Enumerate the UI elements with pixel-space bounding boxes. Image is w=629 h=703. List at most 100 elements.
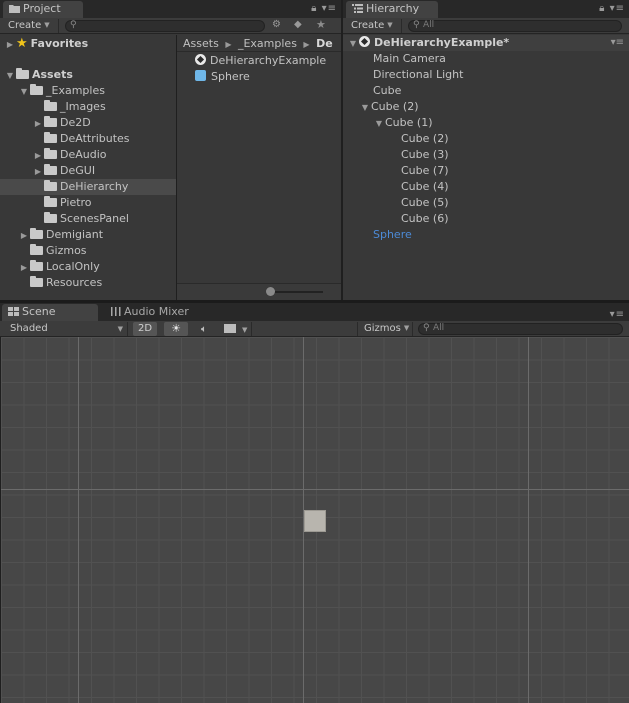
hierarchy-item[interactable]: Directional Light [373,67,463,83]
favorites-row[interactable]: ▶ ★ Favorites [4,36,88,52]
hierarchy-item-label: Cube (3) [401,148,449,161]
icon-size-slider-thumb[interactable] [266,287,275,296]
tree-folder-demigiant[interactable]: ▶ Demigiant [18,227,103,243]
panel-menu-icon[interactable]: ▾≡ [610,3,625,14]
tree-folder-deaudio[interactable]: ▶ DeAudio [32,147,107,163]
hierarchy-item-label: Cube (4) [401,180,449,193]
lock-icon[interactable]: 🔒︎ [311,3,317,14]
filter-by-type-icon[interactable]: ⚙ [272,19,281,30]
mixer-icon [110,306,121,319]
favorites-label: Favorites [30,37,89,50]
hierarchy-item[interactable]: Cube (5) [401,195,448,211]
hierarchy-item-prefab[interactable]: Sphere [373,227,412,243]
panel-menu-icon[interactable]: ▾≡ [322,3,337,14]
hierarchy-create-label: Create [351,20,385,31]
hierarchy-create-button[interactable]: Create ▼ [345,19,402,33]
panel-menu-icon[interactable]: ▾≡ [610,309,625,320]
expand-arrow-icon[interactable]: ▶ [4,37,16,53]
tree-folder-localonly[interactable]: ▶ LocalOnly [18,259,100,275]
hierarchy-item[interactable]: Cube (6) [401,211,448,227]
folder-icon [44,212,57,223]
shading-mode-dropdown[interactable]: Shaded ▼ [4,322,128,336]
icon-size-slider[interactable] [267,291,323,293]
folder-icon [44,164,57,175]
hierarchy-tab-tools[interactable]: 🔒︎ ▾≡ [599,3,625,14]
tree-folder-images[interactable]: _Images [32,99,106,115]
breadcrumb-divider [177,51,341,52]
collapse-arrow-icon[interactable]: ▼ [18,84,30,100]
hierarchy-item-label: Directional Light [373,68,464,81]
tree-folder-gizmos[interactable]: Gizmos [18,243,87,259]
tree-folder-deattributes[interactable]: DeAttributes [32,131,130,147]
tree-folder-label: _Examples [46,84,105,97]
tab-project-label: Project [23,2,61,15]
folder-icon [44,116,57,127]
audio-toggle-button[interactable]: 🔈︎ [192,322,216,336]
scene-tab-tools[interactable]: ▾≡ [610,309,625,320]
breadcrumb-item[interactable]: De [316,37,333,50]
tree-folder-label: Pietro [60,196,92,209]
hierarchy-item[interactable]: Cube (4) [401,179,448,195]
favorite-star-icon[interactable]: ★ [316,18,326,31]
hierarchy-item[interactable]: ▼ Cube (2) [359,99,419,116]
shading-mode-label: Shaded [10,323,48,334]
project-create-button[interactable]: Create ▼ [2,19,59,33]
unity-scene-icon [359,36,370,47]
tab-scene[interactable]: Scene [2,304,98,321]
tree-folder-dehierarchy[interactable]: DeHierarchy [32,179,128,195]
tree-folder-examples[interactable]: ▼ _Examples [18,83,105,99]
folder-icon [16,68,29,79]
scene-name: DeHierarchyExample* [374,36,510,49]
tree-folder-label: DeAttributes [60,132,130,145]
scene-header[interactable]: ▼ DeHierarchyExample* [347,35,509,51]
scene-search-input[interactable]: ⚲ All [418,323,623,335]
collapse-arrow-icon[interactable]: ▼ [373,116,385,132]
hierarchy-item[interactable]: Cube (7) [401,163,448,179]
project-tab-tools[interactable]: 🔒︎ ▾≡ [311,3,337,14]
tab-hierarchy[interactable]: Hierarchy [346,1,438,18]
hierarchy-item-label: Main Camera [373,52,446,65]
chevron-down-icon: ▼ [117,325,123,333]
assets-row[interactable]: ▼ Assets [4,67,73,83]
expand-arrow-icon[interactable]: ▶ [32,116,44,132]
project-search-input[interactable]: ⚲ [65,20,265,32]
breadcrumb-item[interactable]: Assets [183,37,219,50]
effects-dropdown[interactable]: ▼ [220,322,252,336]
tree-folder-degui[interactable]: ▶ DeGUI [32,163,95,179]
tab-project[interactable]: Project [3,1,83,18]
expand-arrow-icon[interactable]: ▶ [18,260,30,276]
collapse-arrow-icon[interactable]: ▼ [347,36,359,52]
hierarchy-search-input[interactable]: ⚲ All [408,20,622,32]
scene-viewport[interactable] [1,337,629,703]
folder-icon [44,100,57,111]
expand-arrow-icon[interactable]: ▶ [18,228,30,244]
scene-menu-icon[interactable]: ▾≡ [611,37,624,48]
hierarchy-item-label: Cube (2) [371,100,419,113]
collapse-arrow-icon[interactable]: ▼ [359,100,371,116]
file-item[interactable]: DeHierarchyExample [195,53,326,69]
breadcrumb-item[interactable]: _Examples [238,37,297,50]
hierarchy-item[interactable]: Cube (2) [401,131,448,147]
scene-cube-object[interactable] [304,510,326,532]
tree-folder-pietro[interactable]: Pietro [32,195,92,211]
expand-arrow-icon[interactable]: ▶ [32,148,44,164]
tree-folder-resources[interactable]: Resources [18,275,102,291]
tab-audio-mixer[interactable]: Audio Mixer [104,304,204,321]
filter-by-label-icon[interactable]: ◆ [294,19,302,30]
lighting-toggle-button[interactable]: ☀ [164,322,188,336]
hierarchy-item-label: Cube (6) [401,212,449,225]
tab-scene-label: Scene [22,305,56,318]
gizmos-dropdown[interactable]: Gizmos ▼ [357,322,413,336]
lock-icon[interactable]: 🔒︎ [599,3,605,14]
file-item[interactable]: Sphere [195,69,250,85]
hierarchy-item[interactable]: Cube (3) [401,147,448,163]
tree-folder-scenespanel[interactable]: ScenesPanel [32,211,129,227]
expand-arrow-icon[interactable]: ▶ [32,164,44,180]
collapse-arrow-icon[interactable]: ▼ [4,68,16,84]
hierarchy-item[interactable]: ▼ Cube (1) [373,115,433,132]
hierarchy-item[interactable]: Cube [373,83,401,99]
project-file-area: Assets ▶ _Examples ▶ De DeHierarchyExamp… [177,35,341,300]
tree-folder-de2d[interactable]: ▶ De2D [32,115,91,131]
2d-toggle-button[interactable]: 2D [133,322,157,336]
hierarchy-item[interactable]: Main Camera [373,51,446,67]
